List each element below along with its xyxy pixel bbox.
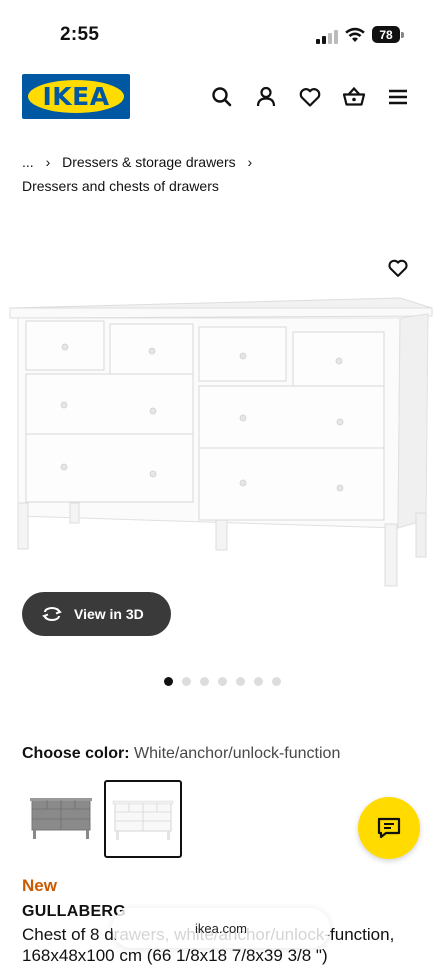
new-badge: New <box>22 876 57 895</box>
ikea-logo[interactable]: IKEA <box>22 74 130 119</box>
carousel-dot[interactable] <box>200 677 209 686</box>
product-image[interactable] <box>0 288 442 600</box>
color-option-gray[interactable] <box>22 780 98 856</box>
status-time: 2:55 <box>60 24 100 45</box>
color-selector-label: Choose color: White/anchor/unlock-functi… <box>22 745 340 763</box>
url-text: ikea.com <box>194 920 248 936</box>
save-favorite-icon[interactable] <box>386 256 410 280</box>
view-in-3d-button[interactable]: View in 3D <box>22 592 171 636</box>
breadcrumb-separator: › <box>45 154 51 170</box>
breadcrumb-ellipsis[interactable]: ... <box>22 154 34 170</box>
cellular-signal-icon <box>316 28 340 44</box>
chat-button[interactable] <box>358 797 420 859</box>
browser-url-bar[interactable]: ikea.com <box>112 908 330 948</box>
color-label: Choose color: <box>22 745 130 762</box>
wifi-icon <box>344 26 366 49</box>
heart-icon[interactable] <box>297 84 323 110</box>
menu-icon[interactable] <box>385 84 411 110</box>
view-in-3d-label: View in 3D <box>74 606 144 622</box>
carousel-dot[interactable] <box>236 677 245 686</box>
account-icon[interactable] <box>253 84 279 110</box>
basket-icon[interactable] <box>341 84 367 110</box>
product-name: GULLABERG <box>22 903 127 920</box>
carousel-dot[interactable] <box>164 677 173 686</box>
carousel-dot[interactable] <box>182 677 191 686</box>
breadcrumb-current[interactable]: Dressers and chests of drawers <box>22 178 219 194</box>
battery-indicator: 78 <box>372 26 400 43</box>
color-option-white-selected[interactable] <box>104 780 182 858</box>
carousel-dots[interactable] <box>164 677 281 686</box>
breadcrumb: ... › Dressers & storage drawers › <box>22 154 252 170</box>
color-value: White/anchor/unlock-function <box>134 745 341 762</box>
carousel-dot[interactable] <box>254 677 263 686</box>
breadcrumb-separator: › <box>247 154 253 170</box>
carousel-dot[interactable] <box>272 677 281 686</box>
chat-icon <box>377 817 401 839</box>
rotate-3d-icon <box>42 607 62 621</box>
breadcrumb-parent-link[interactable]: Dressers & storage drawers <box>62 154 236 170</box>
logo-text: IKEA <box>42 82 110 111</box>
carousel-dot[interactable] <box>218 677 227 686</box>
battery-tip <box>401 32 404 38</box>
search-icon[interactable] <box>209 84 235 110</box>
